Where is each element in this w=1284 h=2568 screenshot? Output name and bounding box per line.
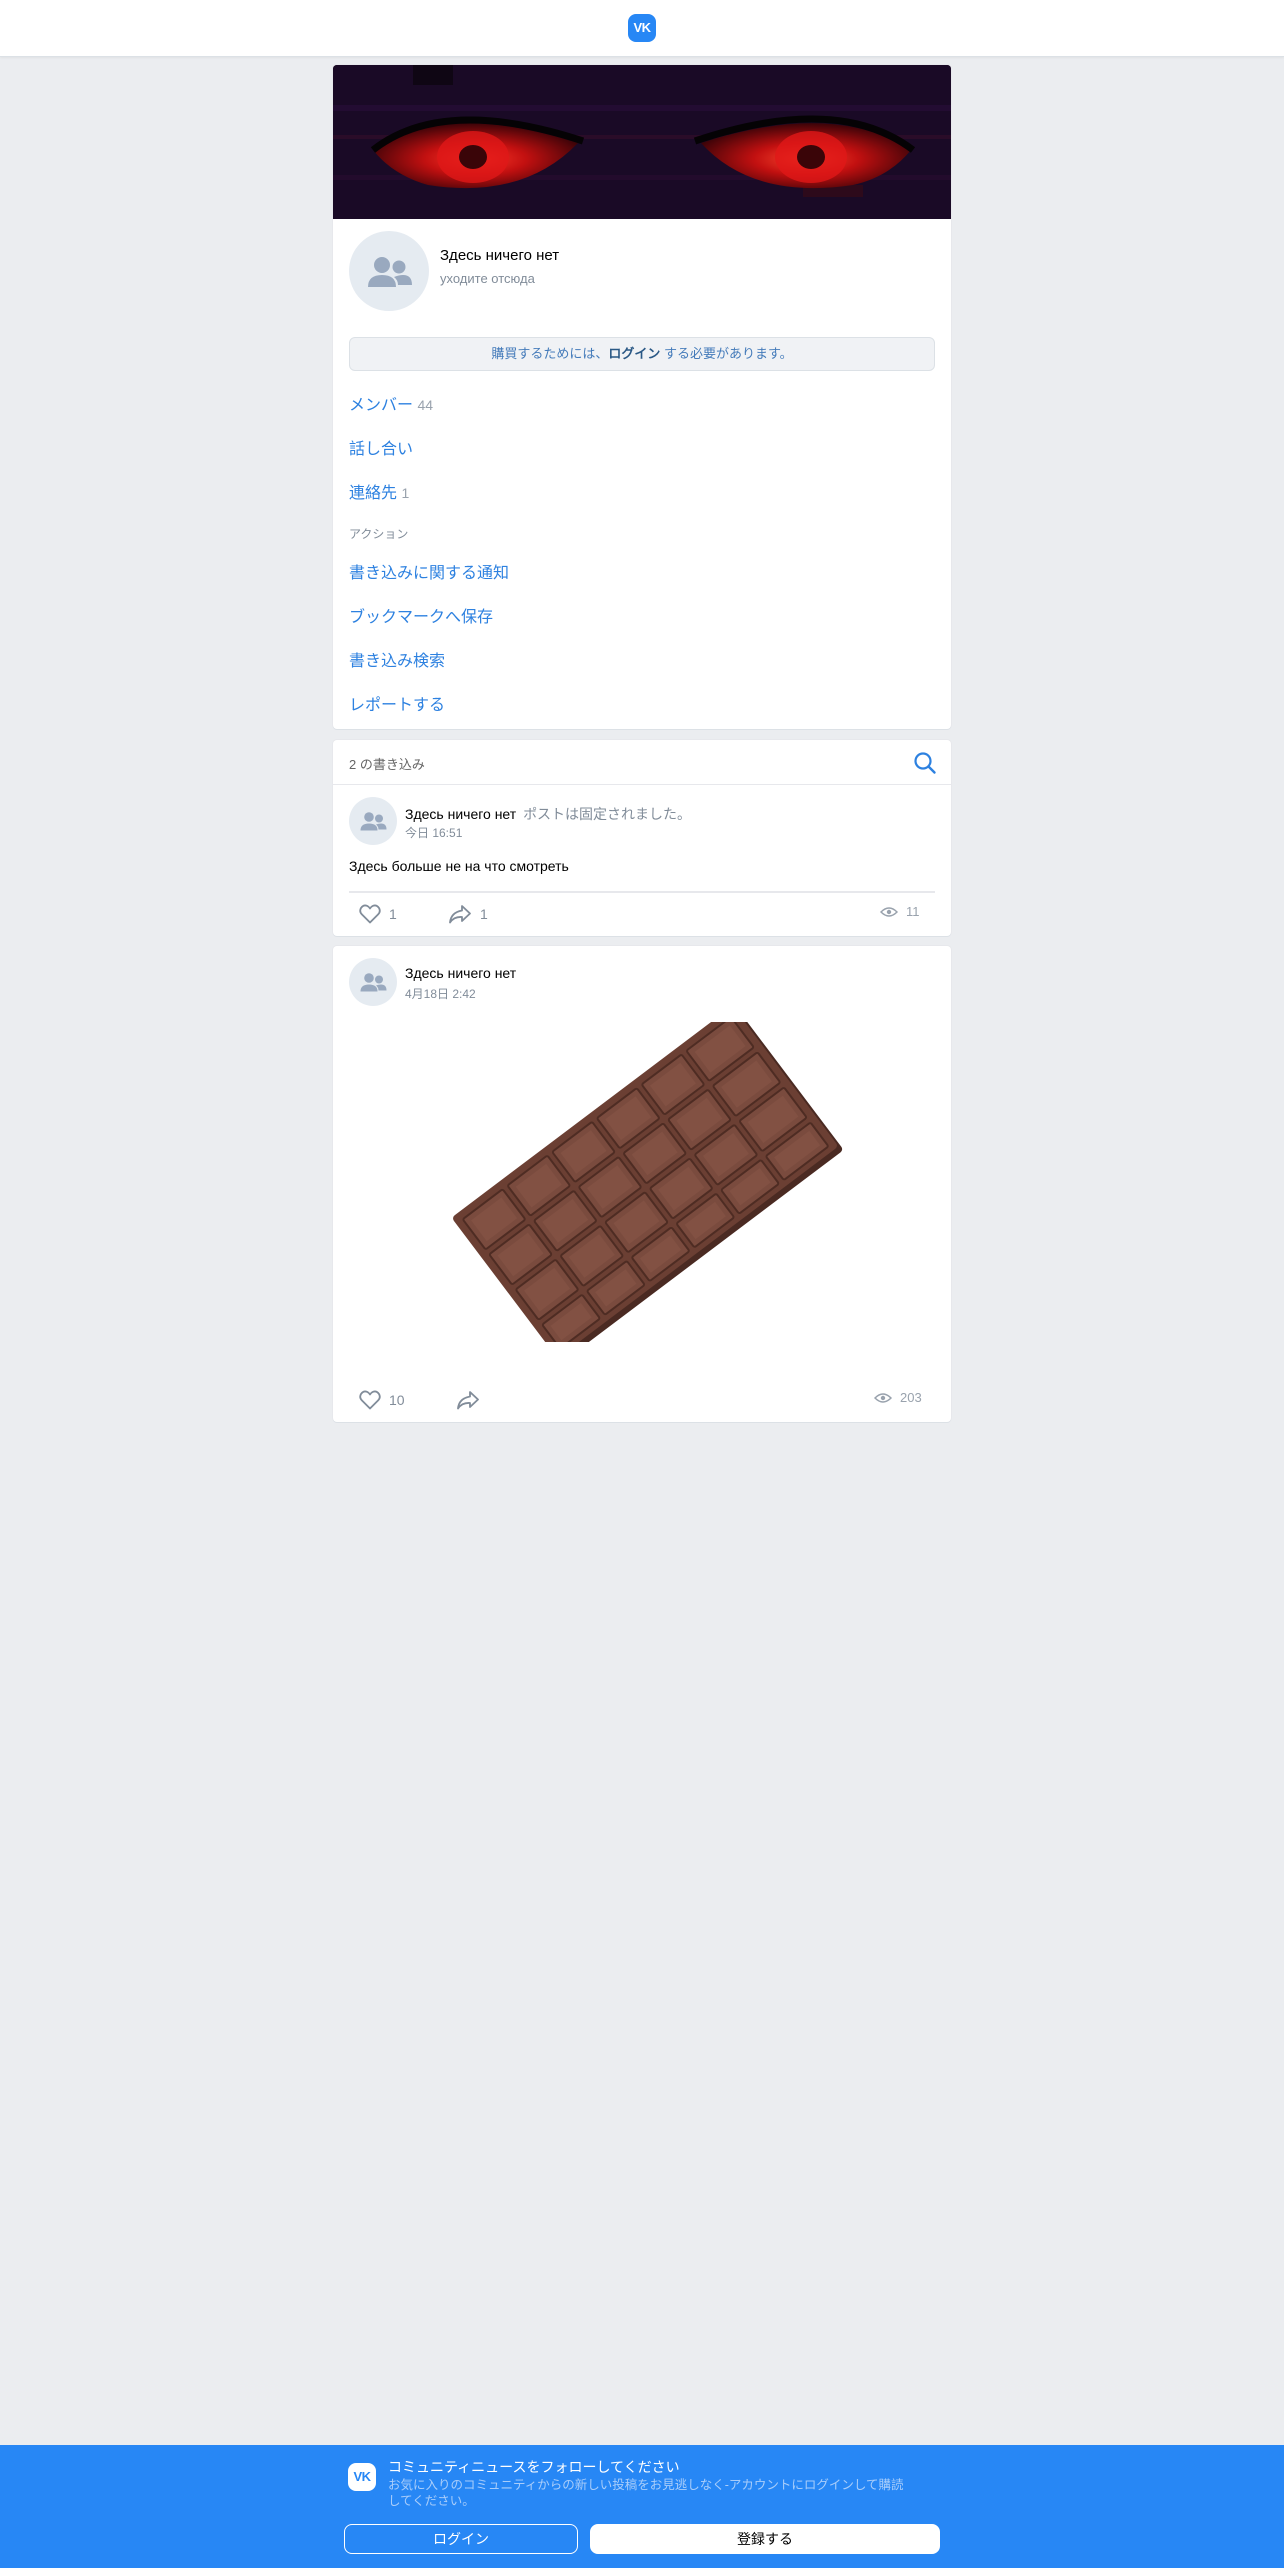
like-count: 10 <box>389 1392 405 1408</box>
share-count: 1 <box>480 906 488 922</box>
post-card: Здесь ничего нет 4月18日 2:42 10 203 <box>333 946 951 1422</box>
link-members[interactable]: メンバー 44 <box>349 391 433 415</box>
top-bar: VK <box>0 0 1284 57</box>
action-post-notifications[interactable]: 書き込みに関する通知 <box>349 559 509 583</box>
share-icon <box>449 905 471 924</box>
link-discussions-label: 話し合い <box>349 441 414 458</box>
like-count: 1 <box>389 906 397 922</box>
eye-icon <box>874 1392 892 1403</box>
action-report[interactable]: レポートする <box>349 691 445 715</box>
cover-eyes-art <box>333 65 951 219</box>
link-contacts-count: 1 <box>401 485 410 501</box>
post-author-name[interactable]: Здесь ничего нет <box>405 806 516 822</box>
share-button[interactable]: 1 <box>448 904 488 924</box>
search-icon[interactable] <box>913 751 937 775</box>
post-date[interactable]: 今日 16:51 <box>405 824 462 841</box>
post-author-line: Здесь ничего нет ポストは固定されました。 <box>405 804 691 824</box>
banner-subtitle: お気に入りのコミュニティからの新しい投稿をお見逃しなく-アカウントにログインして… <box>388 2478 904 2508</box>
link-contacts-label: 連絡先 <box>349 485 398 502</box>
post-pinned-label: ポストは固定されました。 <box>523 806 692 822</box>
users-icon <box>368 257 412 287</box>
share-button[interactable] <box>456 1390 480 1410</box>
wall-post-count: 2 の書き込み <box>349 757 425 772</box>
post-text: Здесь больше не на что смотреть <box>349 858 569 874</box>
group-avatar[interactable] <box>349 231 429 311</box>
group-name: Здесь ничего нет <box>440 247 560 264</box>
heart-icon <box>359 1390 381 1410</box>
eye-icon <box>880 906 898 917</box>
vk-logo-icon[interactable]: VK <box>628 14 656 42</box>
register-button[interactable]: 登録する <box>590 2524 940 2554</box>
like-button[interactable]: 10 <box>359 1390 405 1410</box>
notice-prefix: 購買するためには、 <box>491 346 609 361</box>
views-counter: 11 <box>880 904 920 919</box>
post-author-name[interactable]: Здесь ничего нет <box>405 965 516 981</box>
link-members-label: メンバー <box>349 397 414 414</box>
views-count: 203 <box>900 1390 922 1405</box>
wall-card: 2 の書き込み Здесь ничего нет ポストは固定されました。 今日… <box>333 740 951 936</box>
group-status: уходите отсюда <box>440 271 535 286</box>
post-image-chocolate-bar[interactable] <box>333 1022 951 1342</box>
heart-icon <box>359 904 381 924</box>
users-icon <box>360 812 387 831</box>
action-save-bookmark[interactable]: ブックマークへ保存 <box>349 603 493 627</box>
notice-suffix: する必要があります。 <box>660 346 793 361</box>
share-icon <box>457 1391 479 1410</box>
post-divider <box>349 891 935 893</box>
post-date[interactable]: 4月18日 2:42 <box>405 985 476 1002</box>
actions-title: アクション <box>349 527 409 541</box>
link-discussions[interactable]: 話し合い <box>349 435 413 459</box>
banner-title: コミュニティニュースをフォローしてください <box>388 2459 680 2475</box>
group-cover-image <box>333 65 951 219</box>
notice-login-link[interactable]: ログイン <box>608 346 660 361</box>
follow-banner: VK コミュニティニュースをフォローしてください お気に入りのコミュニティからの… <box>0 2445 1284 2568</box>
post-author-avatar[interactable] <box>349 958 397 1006</box>
views-counter: 203 <box>874 1390 922 1405</box>
link-contacts[interactable]: 連絡先 1 <box>349 479 409 503</box>
users-icon <box>360 973 387 992</box>
views-count: 11 <box>906 904 920 919</box>
login-button[interactable]: ログイン <box>344 2524 578 2554</box>
group-card: Здесь ничего нет уходите отсюда 購買するためには… <box>333 65 951 729</box>
divider <box>333 784 951 785</box>
post-author-avatar[interactable] <box>349 797 397 845</box>
banner-vk-logo-icon: VK <box>348 2463 376 2491</box>
link-members-count: 44 <box>417 397 434 413</box>
action-search-posts[interactable]: 書き込み検索 <box>349 647 445 671</box>
login-required-notice[interactable]: 購買するためには、ログイン する必要があります。 <box>349 337 935 371</box>
like-button[interactable]: 1 <box>359 904 397 924</box>
